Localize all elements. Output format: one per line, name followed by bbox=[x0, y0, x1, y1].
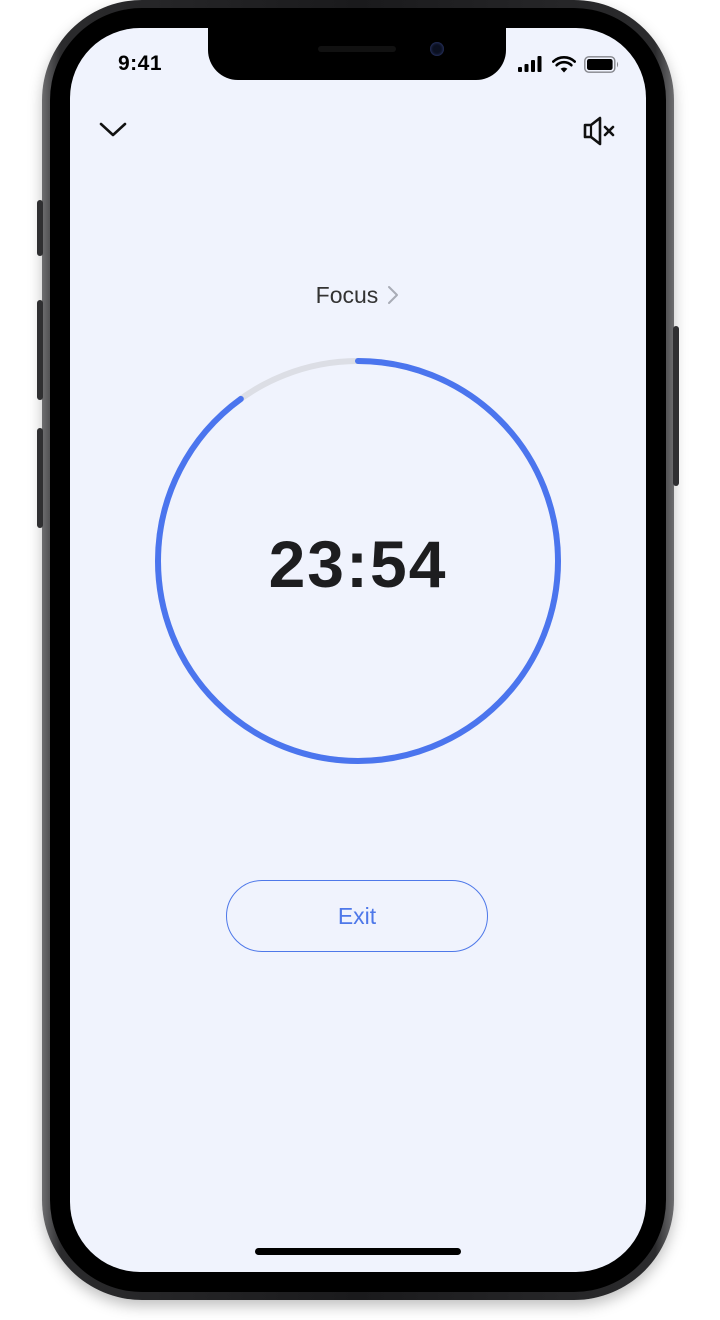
mute-switch bbox=[37, 200, 43, 256]
front-camera bbox=[430, 42, 444, 56]
speaker-muted-icon[interactable] bbox=[582, 114, 618, 148]
power-button bbox=[673, 326, 679, 486]
exit-button-label: Exit bbox=[337, 902, 377, 929]
exit-button[interactable]: Exit bbox=[226, 880, 488, 952]
chevron-down-icon[interactable] bbox=[98, 116, 128, 140]
battery-icon bbox=[584, 56, 619, 73]
status-time: 9:41 bbox=[118, 52, 163, 75]
speaker-grille bbox=[318, 46, 396, 52]
session-selector[interactable]: Focus bbox=[70, 278, 646, 312]
volume-up-button bbox=[37, 300, 43, 400]
session-label: Focus bbox=[315, 281, 379, 308]
notch bbox=[208, 28, 506, 80]
app-screen: 9:41 Focus 23:54 Exit bbox=[70, 28, 646, 1272]
home-indicator[interactable] bbox=[255, 1248, 461, 1255]
chevron-right-icon bbox=[388, 286, 399, 304]
wifi-icon bbox=[552, 56, 576, 73]
volume-down-button bbox=[37, 428, 43, 528]
signal-icon bbox=[518, 56, 542, 72]
time-remaining: 23:54 bbox=[268, 527, 448, 601]
